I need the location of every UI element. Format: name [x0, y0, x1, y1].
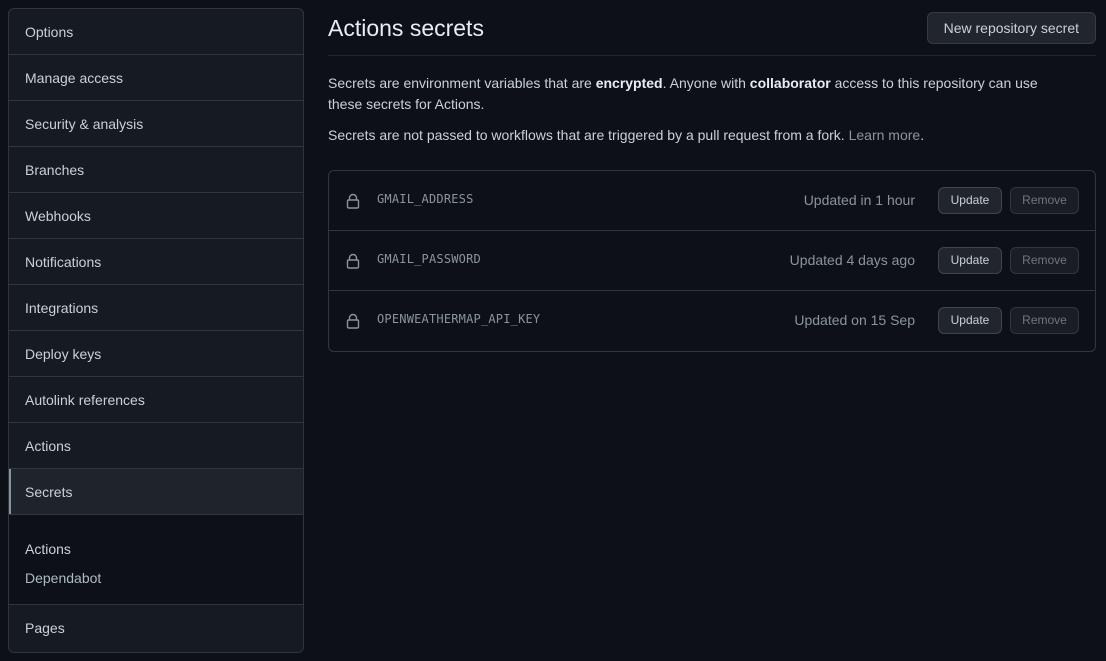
remove-secret-button[interactable]: Remove [1010, 187, 1079, 214]
secrets-main: Actions secrets New repository secret Se… [328, 8, 1096, 352]
secret-name: GMAIL_PASSWORD [377, 252, 481, 266]
sidebar-item-branches[interactable]: Branches [9, 147, 303, 193]
sidebar-item-notifications[interactable]: Notifications [9, 239, 303, 285]
secrets-list: GMAIL_ADDRESS Updated in 1 hour Update R… [328, 170, 1096, 352]
sidebar-item-manage-access[interactable]: Manage access [9, 55, 303, 101]
page-header: Actions secrets New repository secret [328, 8, 1096, 56]
desc-encrypted: encrypted [595, 75, 663, 91]
fork-note-text: Secrets are not passed to workflows that… [328, 127, 849, 143]
secret-updated: Updated on 15 Sep [794, 312, 915, 328]
sidebar-item-pages[interactable]: Pages [9, 605, 303, 651]
update-secret-button[interactable]: Update [938, 247, 1002, 274]
sidebar-item-security-analysis[interactable]: Security & analysis [9, 101, 303, 147]
sidebar-item-actions[interactable]: Actions [9, 423, 303, 469]
update-secret-button[interactable]: Update [938, 187, 1002, 214]
secret-row: GMAIL_PASSWORD Updated 4 days ago Update… [329, 231, 1095, 291]
secret-row: GMAIL_ADDRESS Updated in 1 hour Update R… [329, 171, 1095, 231]
remove-secret-button[interactable]: Remove [1010, 307, 1079, 334]
sidebar-item-options[interactable]: Options [9, 9, 303, 55]
secret-updated: Updated 4 days ago [789, 252, 915, 268]
sidebar-item-secrets[interactable]: Secrets [9, 469, 303, 515]
new-repository-secret-button[interactable]: New repository secret [926, 12, 1096, 44]
sidebar-item-webhooks[interactable]: Webhooks [9, 193, 303, 239]
learn-more-link[interactable]: Learn more [849, 127, 921, 143]
lock-icon [346, 313, 360, 329]
desc-text: . Anyone with [662, 75, 750, 91]
secret-name: GMAIL_ADDRESS [377, 192, 474, 206]
fork-note: Secrets are not passed to workflows that… [328, 125, 1096, 146]
page-title: Actions secrets [328, 15, 484, 41]
settings-sidebar: Options Manage access Security & analysi… [8, 8, 304, 653]
submenu-item-dependabot[interactable]: Dependabot [25, 564, 303, 593]
desc-collaborator: collaborator [749, 75, 831, 91]
secret-row: OPENWEATHERMAP_API_KEY Updated on 15 Sep… [329, 291, 1095, 351]
secret-name: OPENWEATHERMAP_API_KEY [377, 312, 541, 326]
desc-text: Secrets are environment variables that a… [328, 75, 596, 91]
lock-icon [346, 193, 360, 209]
fork-note-end: . [920, 127, 925, 143]
secrets-description: Secrets are environment variables that a… [328, 73, 1068, 115]
secrets-submenu: Actions Dependabot [9, 515, 303, 605]
lock-icon [346, 253, 360, 269]
update-secret-button[interactable]: Update [938, 307, 1002, 334]
sidebar-item-deploy-keys[interactable]: Deploy keys [9, 331, 303, 377]
submenu-item-actions[interactable]: Actions [25, 535, 303, 564]
secret-updated: Updated in 1 hour [803, 192, 915, 208]
remove-secret-button[interactable]: Remove [1010, 247, 1079, 274]
sidebar-item-integrations[interactable]: Integrations [9, 285, 303, 331]
sidebar-item-autolink-references[interactable]: Autolink references [9, 377, 303, 423]
